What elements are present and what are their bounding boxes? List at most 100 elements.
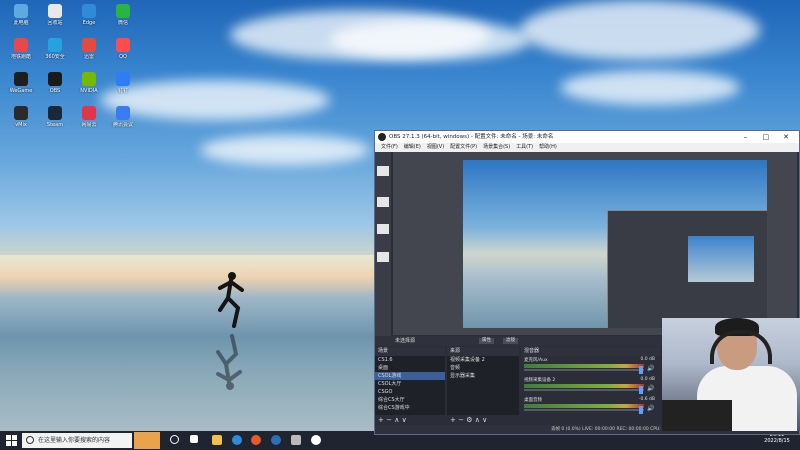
panel-widget[interactable]	[377, 252, 389, 262]
maximize-icon[interactable]: □	[757, 131, 775, 143]
down-icon[interactable]: ∨	[482, 416, 487, 424]
file-explorer-icon[interactable]	[212, 435, 222, 445]
runner-silhouette	[218, 272, 244, 328]
volume-slider-handle[interactable]	[639, 406, 643, 414]
up-icon[interactable]: ∧	[394, 416, 399, 424]
mixer-channel-name: 桌面音频	[524, 398, 542, 403]
volume-slider[interactable]	[524, 389, 644, 391]
desktop-icon[interactable]: Edge	[70, 4, 108, 38]
mixer-channel-name: 视频采集设备 2	[524, 378, 556, 383]
obs-taskbar-icon[interactable]	[311, 435, 321, 445]
properties-button[interactable]: 属性	[479, 338, 494, 344]
scenes-dock: 场景 CS1.6 桌面 CSOL游戏 CSOL大厅 CSGO 综合CS大厅 综合CS游戏中 …	[375, 347, 445, 425]
app-icon	[14, 38, 28, 52]
mixer-channel-name: 麦克风/Aux	[524, 358, 548, 363]
app-icon[interactable]	[291, 435, 301, 445]
scene-item[interactable]: 综合CS游戏中	[375, 404, 445, 412]
desktop-icon[interactable]: WeGame	[2, 72, 40, 106]
desktop-icon[interactable]: 微信	[104, 4, 142, 38]
panel-widget[interactable]	[377, 166, 389, 176]
add-icon[interactable]: +	[378, 416, 384, 424]
obs-title-bar[interactable]: OBS 27.1.3 (64-bit, windows) - 配置文件: 未命名…	[375, 131, 799, 143]
edge-icon[interactable]	[232, 435, 242, 445]
desktop-icon[interactable]: 网易云	[70, 106, 108, 140]
taskbar-search-box[interactable]: 在这里输入你要搜索的内容	[22, 433, 132, 448]
app-icon	[82, 72, 96, 86]
volume-slider[interactable]	[524, 409, 644, 411]
scene-item[interactable]: CS1.6	[375, 356, 445, 364]
task-view-icon[interactable]	[170, 435, 179, 444]
mixer-db-value: 0.0 dB	[640, 357, 655, 362]
gear-icon[interactable]: ⚙	[466, 416, 472, 424]
clock-date[interactable]: 2022/8/15	[760, 438, 794, 444]
keyboard	[662, 400, 732, 431]
menu-item[interactable]: 工具(T)	[516, 143, 533, 152]
app-icon	[82, 4, 96, 18]
desktop-icon[interactable]: Steam	[36, 106, 74, 140]
close-icon[interactable]: ✕	[777, 131, 795, 143]
down-icon[interactable]: ∨	[402, 416, 407, 424]
menu-item[interactable]: 视图(V)	[427, 143, 444, 152]
app-icon[interactable]	[190, 435, 198, 443]
speaker-icon[interactable]: 🔊	[647, 365, 654, 372]
volume-slider-handle[interactable]	[639, 386, 643, 394]
desktop-icon-label: 网易云	[81, 122, 97, 128]
scene-controls: + − ∧ ∨	[375, 415, 445, 425]
source-controls: + − ⚙ ∧ ∨	[447, 415, 519, 425]
panel-widget[interactable]	[377, 197, 389, 207]
desktop-icon[interactable]: 360安全	[36, 38, 74, 72]
scene-item[interactable]: CSGO	[375, 388, 445, 396]
source-item[interactable]: 显示器采集	[447, 372, 519, 380]
desktop-icon[interactable]: vMix	[2, 106, 40, 140]
runner-reflection	[216, 334, 242, 390]
desktop-icon-label: OBS	[49, 88, 61, 94]
scenes-header: 场景	[375, 347, 445, 356]
filters-button[interactable]: 滤镜	[503, 338, 518, 344]
scene-item[interactable]: 综合CS大厅	[375, 396, 445, 404]
desktop-icon[interactable]: QQ	[104, 38, 142, 72]
source-item[interactable]: 视频采集设备 2	[447, 356, 519, 364]
remove-icon[interactable]: −	[386, 416, 392, 424]
desktop-icon[interactable]: NVIDIA	[70, 72, 108, 106]
desktop-icon[interactable]: 迅雷	[70, 38, 108, 72]
desktop-icon[interactable]: 地铁跑酷	[2, 38, 40, 72]
steam-icon[interactable]	[271, 435, 281, 445]
mixer-db-value: -0.6 dB	[638, 397, 655, 402]
desktop-icon[interactable]: OBS	[36, 72, 74, 106]
volume-slider[interactable]	[524, 369, 644, 371]
panel-widget[interactable]	[377, 224, 389, 234]
source-item[interactable]: 音频	[447, 364, 519, 372]
menu-item[interactable]: 帮助(H)	[539, 143, 557, 152]
browser-icon[interactable]	[251, 435, 261, 445]
desktop-icon[interactable]: 此电脑	[2, 4, 40, 38]
speaker-icon[interactable]: 🔊	[647, 385, 654, 392]
scene-item[interactable]: CSOL游戏	[375, 372, 445, 380]
menu-item[interactable]: 文件(F)	[381, 143, 398, 152]
mixer-channel: 视频采集设备 2 0.0 dB 🔊	[521, 376, 661, 396]
desktop-icon[interactable]: 回收站	[36, 4, 74, 38]
scene-item[interactable]: CSOL大厅	[375, 380, 445, 388]
menu-item[interactable]: 配置文件(P)	[450, 143, 477, 152]
desktop-icon[interactable]: 腾讯会议	[104, 106, 142, 140]
scenes-list: CS1.6 桌面 CSOL游戏 CSOL大厅 CSGO 综合CS大厅 综合CS游戏中	[375, 356, 445, 415]
menu-item[interactable]: 编辑(E)	[404, 143, 421, 152]
mixer-db-value: 0.0 dB	[640, 377, 655, 382]
headphones-icon	[710, 330, 772, 364]
cloud	[200, 135, 370, 165]
search-highlight-banner[interactable]	[134, 432, 160, 449]
desktop-icon[interactable]: 钉钉	[104, 72, 142, 106]
windows-start-icon[interactable]	[6, 435, 17, 446]
no-source-label: 未选择源	[395, 338, 416, 344]
desktop-icon-label: 360安全	[45, 54, 65, 60]
mixer-list: 麦克风/Aux 0.0 dB 🔊 视频采集设备 2 0.0 dB 🔊 桌面音频 -0.6 dB…	[521, 356, 661, 416]
volume-slider-handle[interactable]	[639, 366, 643, 374]
menu-item[interactable]: 场景集合(S)	[483, 143, 510, 152]
remove-icon[interactable]: −	[458, 416, 464, 424]
minimize-icon[interactable]: –	[737, 131, 755, 143]
scene-item[interactable]: 桌面	[375, 364, 445, 372]
up-icon[interactable]: ∧	[475, 416, 480, 424]
desktop-icon-label: 微信	[117, 20, 128, 26]
add-icon[interactable]: +	[450, 416, 456, 424]
obs-preview-area[interactable]	[393, 152, 797, 335]
speaker-icon[interactable]: 🔊	[647, 405, 654, 412]
